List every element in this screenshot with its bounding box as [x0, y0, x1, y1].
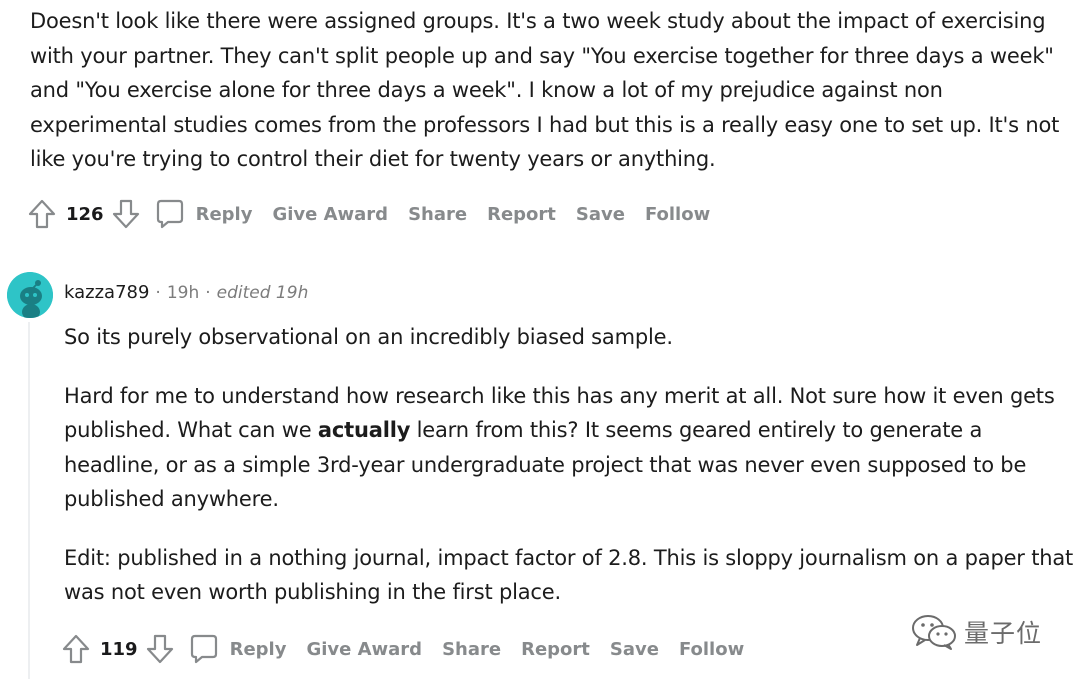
upvote-button[interactable]	[26, 196, 58, 232]
comment-paragraph: So its purely observational on an incred…	[64, 325, 673, 349]
report-button[interactable]: Report	[521, 639, 590, 660]
comment-2-meta: kazza789 · 19h · edited 19h	[64, 282, 308, 303]
upvote-icon	[62, 634, 90, 664]
comment-paragraph: Edit: published in a nothing journal, im…	[64, 545, 1074, 605]
reply-button[interactable]: Reply	[188, 633, 287, 665]
avatar[interactable]	[7, 272, 53, 318]
vote-score: 119	[100, 638, 138, 660]
downvote-button[interactable]	[144, 631, 176, 667]
downvote-icon	[112, 199, 139, 229]
username-link[interactable]: kazza789	[64, 282, 149, 303]
watermark-text: 量子位	[964, 619, 1043, 648]
comment-1-actions: 126 Reply Give Award Share Report Save F…	[26, 196, 730, 232]
meta-separator: ·	[155, 283, 161, 303]
follow-button[interactable]: Follow	[679, 639, 744, 660]
upvote-icon	[28, 199, 56, 229]
timestamp[interactable]: 19h	[167, 283, 199, 303]
follow-button[interactable]: Follow	[645, 204, 710, 225]
comment-bubble-icon	[190, 634, 217, 664]
report-button[interactable]: Report	[487, 204, 556, 225]
reddit-snoo-avatar	[7, 272, 53, 318]
thread-line[interactable]	[28, 322, 30, 679]
upvote-button[interactable]	[60, 631, 92, 667]
reply-label: Reply	[195, 203, 253, 225]
downvote-icon	[146, 634, 173, 664]
reply-button[interactable]: Reply	[154, 198, 253, 230]
emphasis-text: actually	[317, 418, 411, 442]
comment-1-body: Doesn't look like there were assigned gr…	[30, 9, 1060, 171]
save-button[interactable]: Save	[576, 204, 625, 225]
edited-label: edited 19h	[216, 283, 309, 303]
save-button[interactable]: Save	[610, 639, 659, 660]
give-award-button[interactable]: Give Award	[306, 639, 422, 660]
wechat-logo-icon	[912, 615, 956, 650]
comment-2-actions: 119 Reply Give Award Share Report Save F…	[60, 631, 764, 667]
give-award-button[interactable]: Give Award	[272, 204, 388, 225]
meta-separator: ·	[205, 283, 211, 303]
share-button[interactable]: Share	[442, 639, 501, 660]
vote-score: 126	[66, 203, 104, 225]
share-button[interactable]: Share	[408, 204, 467, 225]
reply-label: Reply	[229, 638, 287, 660]
watermark: 量子位	[908, 612, 1042, 652]
downvote-button[interactable]	[110, 196, 142, 232]
comment-bubble-icon	[156, 199, 183, 229]
comment-paragraph: Hard for me to understand how research l…	[64, 379, 1074, 517]
comment-2-body: So its purely observational on an incred…	[64, 320, 1074, 634]
